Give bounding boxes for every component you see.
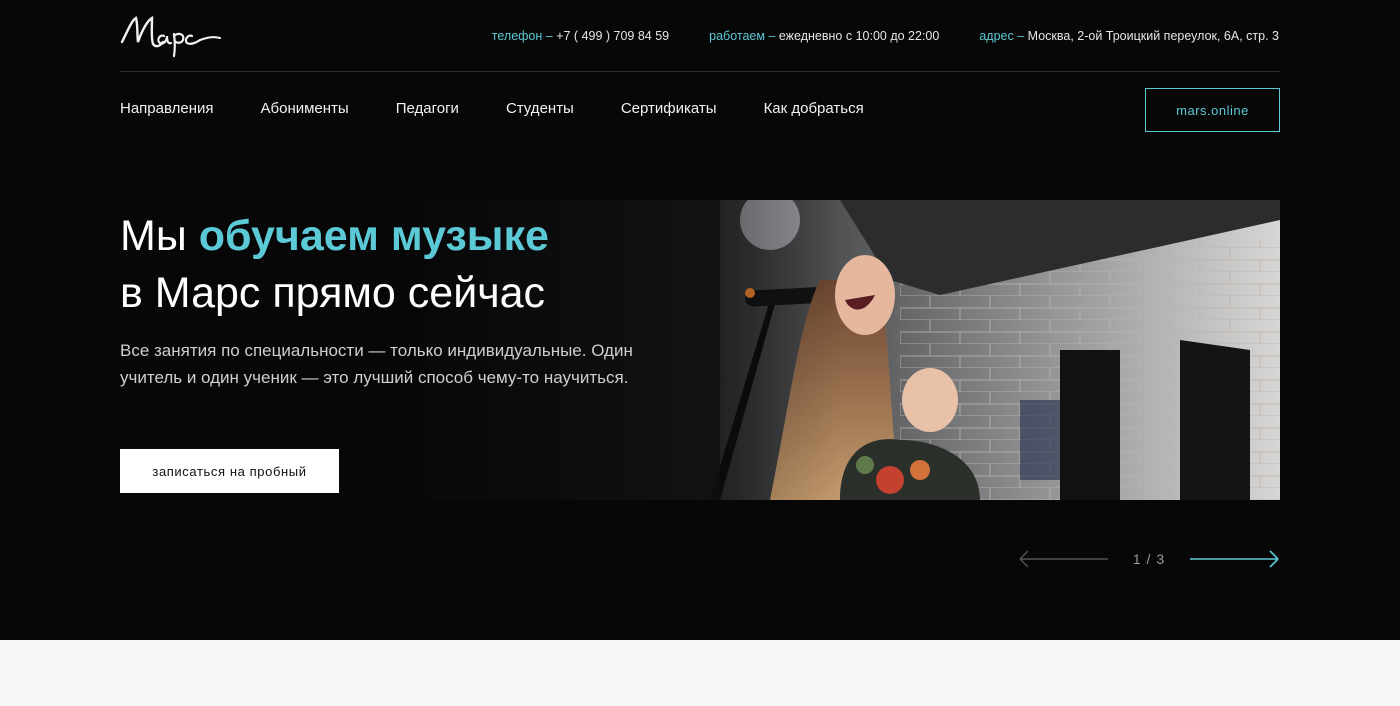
hero-title-accent: обучаем музыке [198, 212, 549, 260]
hero-section: телефон – +7 ( 499 ) 709 84 59 работаем … [0, 0, 1400, 640]
contact-phone-value[interactable]: +7 ( 499 ) 709 84 59 [556, 29, 669, 43]
logo-script-icon [120, 16, 221, 58]
slider-controls: 1 / 3 [1018, 548, 1280, 570]
contact-hours: работаем – ежедневно с 10:00 до 22:00 [709, 28, 939, 44]
next-section [0, 640, 1400, 706]
mars-logo[interactable] [120, 12, 230, 58]
nav-item-students[interactable]: Студенты [506, 100, 574, 118]
hero-title-prefix: Мы [120, 212, 199, 260]
hero-title-line2: в Марс прямо сейчас [120, 269, 546, 317]
slider-next-button[interactable] [1188, 548, 1280, 570]
contact-hours-label: работаем [709, 29, 765, 43]
header-divider [120, 71, 1280, 72]
hero-subtitle: Все занятия по специальности — только ин… [120, 341, 633, 387]
contact-address-value: Москва, 2-ой Троицкий переулок, 6А, стр.… [1027, 29, 1279, 43]
contact-phone[interactable]: телефон – +7 ( 499 ) 709 84 59 [492, 28, 669, 44]
contact-phone-dash: – [542, 29, 557, 43]
nav-item-teachers[interactable]: Педагоги [396, 100, 459, 118]
nav-item-certificates[interactable]: Сертификаты [621, 100, 717, 118]
mars-online-button[interactable]: mars.online [1145, 88, 1280, 132]
header-contacts: телефон – +7 ( 499 ) 709 84 59 работаем … [492, 28, 1279, 44]
nav-item-subscriptions[interactable]: Абонименты [261, 100, 349, 118]
contact-hours-dash: – [764, 29, 779, 43]
contact-hours-value: ежедневно с 10:00 до 22:00 [778, 29, 940, 43]
hero-title: Мы обучаем музыке в Марс прямо сейчас [120, 208, 549, 322]
nav-item-directions-to[interactable]: Как добраться [764, 100, 864, 118]
contact-phone-label: телефон [491, 29, 543, 43]
arrow-right-icon [1190, 550, 1279, 568]
nav-item-directions[interactable]: Направления [120, 100, 214, 118]
main-nav: Направления Абонименты Педагоги Студенты… [120, 100, 864, 118]
contact-address-dash: – [1013, 29, 1028, 43]
contact-address: адрес – Москва, 2-ой Троицкий переулок, … [979, 28, 1279, 44]
trial-signup-button[interactable]: записаться на пробный [120, 449, 339, 493]
contact-address-label: адрес [979, 29, 1014, 43]
